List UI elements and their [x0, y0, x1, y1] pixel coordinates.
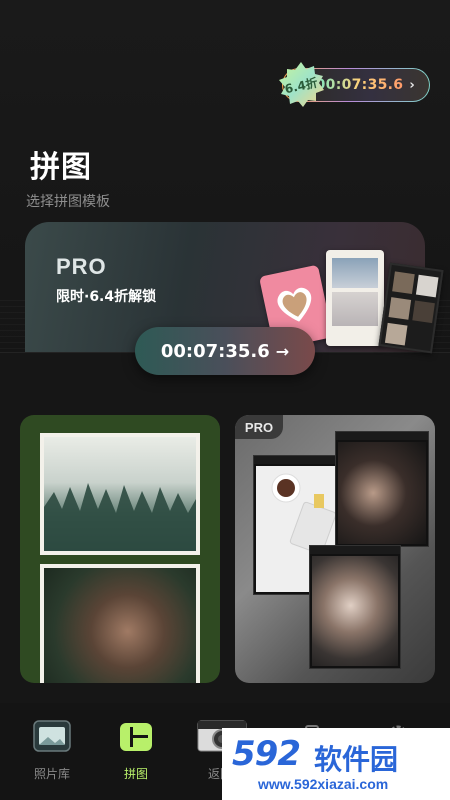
discount-badge-label: 6.4折 [283, 75, 319, 96]
heart-frame-icon [277, 287, 312, 322]
frame-photo-top [332, 258, 378, 288]
pro-description: 限时·6.4折解锁 [56, 289, 157, 305]
collage-icon [120, 723, 152, 751]
nav-label: 照片库 [33, 767, 70, 781]
film-frame [412, 300, 435, 324]
forest-photo [40, 433, 200, 555]
chevron-right-icon: › [409, 77, 415, 93]
page-title: 拼图 [30, 150, 92, 185]
pine-trees-icon [44, 483, 196, 551]
film-frame [388, 297, 412, 320]
nav-item-photo-library[interactable]: 照片库 [22, 717, 82, 782]
film-frame [384, 322, 408, 346]
countdown-button[interactable]: 00:07:35.6 → [135, 327, 315, 375]
frame-photo-card [326, 250, 384, 346]
site-watermark: 592 软件园 www.592xiazai.com [222, 728, 450, 800]
portrait-photo [40, 564, 200, 683]
promo-timer-text: 00:07:35.6 [315, 77, 404, 93]
page-subtitle: 选择拼图模板 [26, 194, 110, 210]
nav-label: 拼图 [123, 767, 148, 781]
pro-badge: PRO [235, 415, 283, 439]
discount-badge[interactable]: 6.4折 [276, 60, 326, 110]
film-frame [415, 274, 439, 298]
template-window [335, 431, 429, 547]
watermark-url: www.592xiazai.com [258, 776, 389, 792]
template-window [309, 545, 401, 669]
collage-template-card[interactable] [20, 415, 220, 683]
nav-item-collage[interactable]: 拼图 [106, 717, 166, 782]
photo-library-icon [33, 720, 71, 752]
pro-label: PRO [56, 254, 107, 279]
countdown-text: 00:07:35.6 [160, 340, 270, 362]
frame-photo-bottom [332, 292, 378, 326]
watermark-logo: 592 [232, 734, 301, 774]
arrow-right-icon: → [275, 341, 290, 361]
film-frame [392, 271, 415, 294]
collage-template-card-pro[interactable]: PRO [235, 415, 435, 683]
watermark-name: 软件园 [314, 743, 399, 776]
film-photo-card [378, 262, 444, 354]
